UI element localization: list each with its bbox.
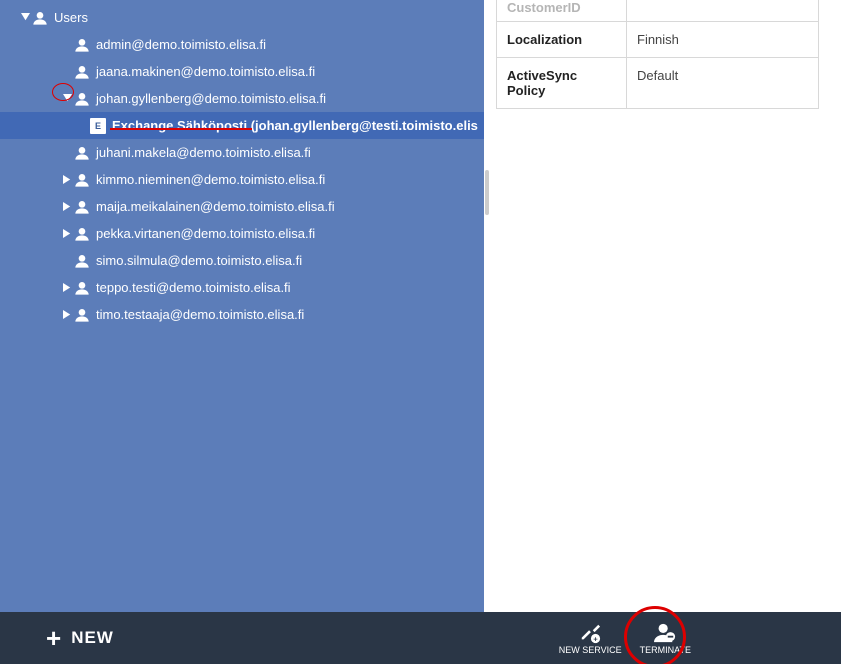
tree: Users admin@demo.toimisto.elisa.fi jaana… <box>0 0 484 328</box>
tree-user-item[interactable]: pekka.virtanen@demo.toimisto.elisa.fi <box>0 220 484 247</box>
detail-panel: CustomerID Localization Finnish ActiveSy… <box>484 0 841 612</box>
tree-item-label: admin@demo.toimisto.elisa.fi <box>96 37 266 52</box>
exchange-icon: E <box>90 118 106 134</box>
user-icon <box>74 91 90 107</box>
user-icon <box>74 172 90 188</box>
detail-key: CustomerID <box>497 0 627 22</box>
expand-arrow-icon[interactable] <box>20 13 30 23</box>
terminate-button[interactable]: TERMINATE <box>640 621 691 655</box>
user-icon <box>74 280 90 296</box>
user-icon <box>74 145 90 161</box>
user-icon <box>74 37 90 53</box>
new-button[interactable]: + NEW <box>46 623 114 654</box>
bottom-bar: + NEW + NEW SERVICE TERMINATE <box>0 612 841 664</box>
tree-user-item-expanded[interactable]: johan.gyllenberg@demo.toimisto.elisa.fi <box>0 85 484 112</box>
detail-key: Localization <box>497 22 627 58</box>
wrench-plus-icon: + <box>578 621 602 645</box>
expand-placeholder <box>62 256 72 266</box>
expand-arrow-icon[interactable] <box>62 310 72 320</box>
user-minus-icon <box>653 621 677 645</box>
tree-service-label: Exchange Sähköposti (johan.gyllenberg@te… <box>112 118 478 133</box>
tree-user-item[interactable]: kimmo.nieminen@demo.toimisto.elisa.fi <box>0 166 484 193</box>
tree-user-item[interactable]: timo.testaaja@demo.toimisto.elisa.fi <box>0 301 484 328</box>
tree-item-label: timo.testaaja@demo.toimisto.elisa.fi <box>96 307 304 322</box>
detail-value: Finnish <box>627 22 819 58</box>
expand-placeholder <box>62 40 72 50</box>
tree-item-label: kimmo.nieminen@demo.toimisto.elisa.fi <box>96 172 325 187</box>
table-row: ActiveSync Policy Default <box>497 58 819 109</box>
tree-item-label: maija.meikalainen@demo.toimisto.elisa.fi <box>96 199 335 214</box>
new-button-label: NEW <box>71 628 114 648</box>
user-icon <box>74 307 90 323</box>
main-area: Users admin@demo.toimisto.elisa.fi jaana… <box>0 0 841 612</box>
expand-arrow-icon[interactable] <box>62 283 72 293</box>
tree-item-label: jaana.makinen@demo.toimisto.elisa.fi <box>96 64 315 79</box>
right-actions: + NEW SERVICE TERMINATE <box>559 612 691 664</box>
tree-item-label: pekka.virtanen@demo.toimisto.elisa.fi <box>96 226 315 241</box>
terminate-label: TERMINATE <box>640 645 691 655</box>
user-icon <box>74 226 90 242</box>
collapse-arrow-icon[interactable] <box>62 94 72 104</box>
tree-user-item[interactable]: juhani.makela@demo.toimisto.elisa.fi <box>0 139 484 166</box>
tree-user-item[interactable]: maija.meikalainen@demo.toimisto.elisa.fi <box>0 193 484 220</box>
user-icon <box>74 253 90 269</box>
tree-user-item[interactable]: admin@demo.toimisto.elisa.fi <box>0 31 484 58</box>
svg-text:+: + <box>594 634 598 643</box>
user-icon <box>74 199 90 215</box>
plus-icon: + <box>46 623 61 654</box>
tree-item-label: simo.silmula@demo.toimisto.elisa.fi <box>96 253 302 268</box>
sidebar: Users admin@demo.toimisto.elisa.fi jaana… <box>0 0 484 612</box>
splitter-handle[interactable] <box>485 170 489 215</box>
expand-placeholder <box>62 148 72 158</box>
tree-user-item[interactable]: jaana.makinen@demo.toimisto.elisa.fi <box>0 58 484 85</box>
user-icon <box>32 10 48 26</box>
tree-user-item[interactable]: simo.silmula@demo.toimisto.elisa.fi <box>0 247 484 274</box>
new-service-label: NEW SERVICE <box>559 645 622 655</box>
tree-item-label: johan.gyllenberg@demo.toimisto.elisa.fi <box>96 91 326 106</box>
table-row: Localization Finnish <box>497 22 819 58</box>
tree-service-item-selected[interactable]: E Exchange Sähköposti (johan.gyllenberg@… <box>0 112 484 139</box>
user-icon <box>74 64 90 80</box>
detail-table: CustomerID Localization Finnish ActiveSy… <box>496 0 819 109</box>
expand-arrow-icon[interactable] <box>62 229 72 239</box>
detail-value: Default <box>627 58 819 109</box>
detail-value <box>627 0 819 22</box>
tree-root-users[interactable]: Users <box>0 4 484 31</box>
detail-key: ActiveSync Policy <box>497 58 627 109</box>
expand-arrow-icon[interactable] <box>62 175 72 185</box>
table-row: CustomerID <box>497 0 819 22</box>
tree-user-item[interactable]: teppo.testi@demo.toimisto.elisa.fi <box>0 274 484 301</box>
expand-arrow-icon[interactable] <box>62 202 72 212</box>
tree-item-label: juhani.makela@demo.toimisto.elisa.fi <box>96 145 311 160</box>
new-service-button[interactable]: + NEW SERVICE <box>559 621 622 655</box>
tree-item-label: teppo.testi@demo.toimisto.elisa.fi <box>96 280 291 295</box>
expand-placeholder <box>62 67 72 77</box>
tree-root-label: Users <box>54 10 88 25</box>
